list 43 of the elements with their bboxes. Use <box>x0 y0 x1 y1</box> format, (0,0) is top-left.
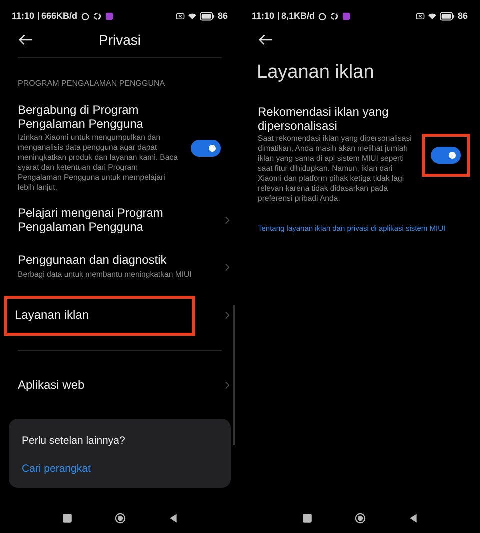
card-question: Perlu setelan lainnya? <box>22 434 126 446</box>
chevron-right-icon <box>225 216 230 225</box>
setting-title: Rekomendasi iklan yang dipersonalisasi <box>258 106 390 133</box>
page-title: Layanan iklan <box>256 61 376 85</box>
recents-icon[interactable] <box>302 512 312 524</box>
alarm-icon <box>80 12 90 20</box>
network-speed: 8,1KB/d <box>282 11 316 21</box>
sync-icon <box>92 12 102 20</box>
chevron-right-icon <box>225 381 230 390</box>
back-arrow-icon[interactable] <box>258 34 273 46</box>
toggle-switch[interactable] <box>431 146 461 164</box>
status-time: 11:10 <box>252 11 275 21</box>
chevron-right-icon <box>225 311 230 320</box>
sim-icon <box>416 12 425 20</box>
back-arrow-icon[interactable] <box>18 34 33 46</box>
battery-icon <box>440 12 455 20</box>
toggle-switch[interactable] <box>191 140 221 157</box>
card-link[interactable]: Cari perangkat <box>22 462 218 474</box>
battery-icon <box>200 12 215 20</box>
sim-icon <box>176 12 185 20</box>
network-speed: 666KB/d <box>42 11 78 21</box>
battery-level: 86 <box>458 11 468 21</box>
section-label: PROGRAM PENGALAMAN PENGGUNA <box>17 78 166 90</box>
app-icon <box>342 12 352 20</box>
wifi-icon <box>188 12 197 20</box>
home-icon[interactable] <box>114 512 126 524</box>
chevron-right-icon <box>225 262 230 272</box>
sync-icon <box>330 12 340 20</box>
battery-level: 86 <box>218 11 228 21</box>
page-title: Privasi <box>98 32 141 48</box>
setting-title: Bergabung di Program Pengalaman Pengguna <box>18 104 144 131</box>
alarm-icon <box>318 12 328 20</box>
back-nav-icon[interactable] <box>168 512 178 524</box>
setting-title[interactable]: Penggunaan dan diagnostik <box>18 254 219 268</box>
setting-title[interactable]: Layanan iklan <box>15 309 184 322</box>
setting-title[interactable]: Pelajari mengenai Program Pengalaman Pengguna <box>18 207 219 234</box>
home-icon[interactable] <box>354 512 366 524</box>
setting-title[interactable]: Aplikasi web <box>18 378 219 392</box>
recents-icon[interactable] <box>62 512 72 524</box>
app-icon <box>104 12 114 20</box>
wifi-icon <box>428 12 437 20</box>
status-time: 11:10 <box>12 11 35 21</box>
back-nav-icon[interactable] <box>408 512 418 524</box>
